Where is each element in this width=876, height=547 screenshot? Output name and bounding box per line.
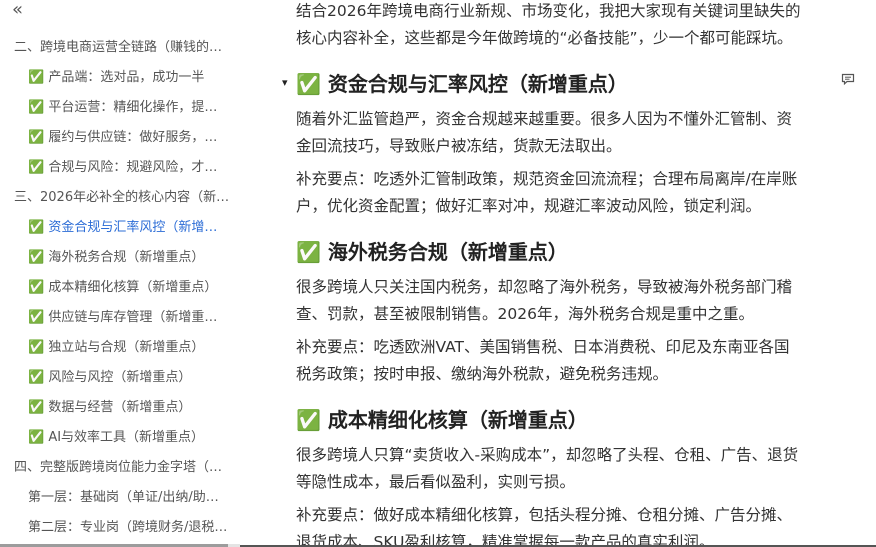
fold-caret-icon[interactable]: ▾: [282, 76, 288, 89]
toc-item-active[interactable]: ✅ 资金合规与汇率风控（新增重点）: [28, 213, 230, 243]
toc-item[interactable]: ✅ 成本精细化核算（新增重点）: [28, 273, 230, 303]
toc-sidebar: « 二、跨境电商运营全链路（赚钱的核心逻辑） ✅ 产品端：选对品，成功一半 ✅ …: [0, 0, 240, 547]
section-heading: ✅ 成本精细化核算（新增重点）: [296, 408, 588, 432]
collapse-sidebar-icon[interactable]: «: [12, 0, 23, 20]
intro-paragraph-line: 核心内容补全，这些都是今年做跨境的“必备技能”，少一个都可能踩坑。: [296, 29, 793, 47]
comment-icon[interactable]: [841, 73, 855, 85]
toc-item[interactable]: ✅ 供应链与库存管理（新增重点）: [28, 303, 230, 333]
toc-item[interactable]: ✅ 数据与经营（新增重点）: [28, 393, 230, 423]
toc-item[interactable]: 三、2026年必补全的核心内容（新增）: [14, 183, 230, 213]
document-content: 结合2026年跨境电商行业新规、市场变化，我把大家现有关键词里缺失的 核心内容补…: [240, 0, 876, 547]
section-paragraph-line: 补充要点：做好成本精细化核算，包括头程分摊、仓租分摊、广告分摊、: [296, 506, 793, 524]
toc-item[interactable]: ✅ 平台运营：精细化操作，提升转化: [28, 93, 230, 123]
section-paragraph-line: 户，优化资金配置；做好汇率对冲，规避汇率波动风险，锁定利润。: [296, 197, 762, 215]
section-paragraph-line: 补充要点：吃透外汇管制政策，规范资金回流流程；合理布局离岸/在岸账: [296, 170, 798, 188]
toc-item[interactable]: ✅ 独立站与合规（新增重点）: [28, 333, 230, 363]
toc-item[interactable]: 第二层：专业岗（跨境财务/退税/合规）: [28, 513, 230, 543]
toc-item[interactable]: 二、跨境电商运营全链路（赚钱的核心逻辑）: [14, 33, 230, 63]
toc-item[interactable]: ✅ 合规与风险：规避风险，才能长久: [28, 153, 230, 183]
toc-item[interactable]: ✅ 履约与供应链：做好服务，提升复购: [28, 123, 230, 153]
toc-item[interactable]: 第一层：基础岗（单证/出纳/助理）: [28, 483, 230, 513]
section-heading: ✅ 资金合规与汇率风控（新增重点）: [296, 72, 628, 96]
toc-item[interactable]: 四、完整版跨境岗位能力金字塔（从新手到专家）: [14, 453, 230, 483]
toc-item[interactable]: ✅ 海外税务合规（新增重点）: [28, 243, 230, 273]
section-paragraph-line: 等隐性成本，最后看似盈利，实则亏损。: [296, 473, 576, 491]
section-paragraph-line: 税务政策；按时申报、缴纳海外税款，避免税务违规。: [296, 365, 669, 383]
toc-item[interactable]: ✅ AI与效率工具（新增重点）: [28, 423, 230, 453]
section-paragraph-line: 补充要点：吃透欧洲VAT、美国销售税、日本消费税、印尼及东南亚各国: [296, 338, 790, 356]
section-heading: ✅ 海外税务合规（新增重点）: [296, 240, 568, 264]
toc-item[interactable]: ✅ 产品端：选对品，成功一半: [28, 63, 230, 93]
section-paragraph-line: 很多跨境人只算“卖货收入-采购成本”，却忽略了头程、仓租、广告、退货: [296, 446, 799, 464]
intro-paragraph-line: 结合2026年跨境电商行业新规、市场变化，我把大家现有关键词里缺失的: [296, 2, 801, 20]
section-paragraph-line: 很多跨境人只关注国内税务，却忽略了海外税务，导致被海外税务部门稽: [296, 278, 793, 296]
toc-item[interactable]: ✅ 风险与风控（新增重点）: [28, 363, 230, 393]
section-paragraph-line: 金回流技巧，导致账户被冻结，货款无法取出。: [296, 137, 622, 155]
section-paragraph-line: 查、罚款，甚至被限制销售。2026年，海外税务合规是重中之重。: [296, 305, 754, 323]
section-paragraph-line: 随着外汇监管趋严，资金合规越来越重要。很多人因为不懂外汇管制、资: [296, 110, 793, 128]
